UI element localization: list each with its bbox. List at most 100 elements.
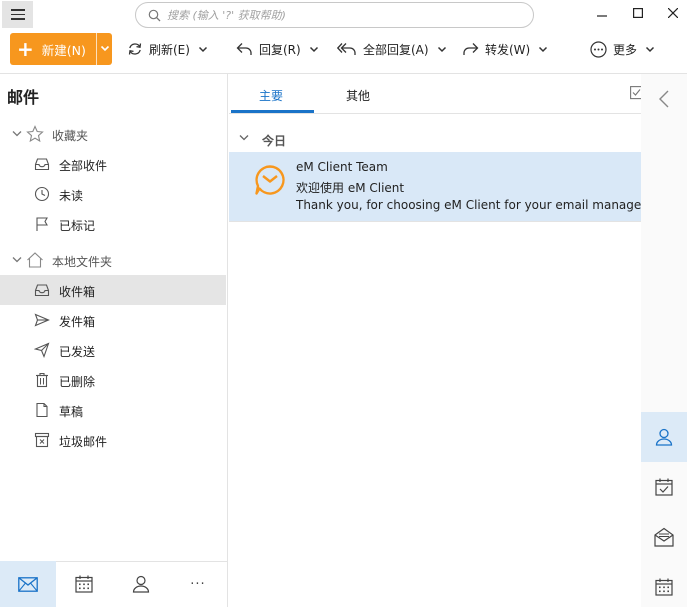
group-header-today[interactable]: 今日 bbox=[229, 126, 641, 152]
mail-module-button[interactable] bbox=[0, 561, 56, 607]
close-icon bbox=[668, 8, 678, 18]
hamburger-icon bbox=[10, 9, 25, 11]
local-folders-label: 本地文件夹 bbox=[52, 255, 113, 269]
chevron-down-icon[interactable] bbox=[198, 44, 208, 54]
right-side-rail bbox=[641, 74, 687, 607]
message-preview: Thank you, for choosing eM Client for yo… bbox=[296, 198, 641, 212]
sidebar-item-junk[interactable]: 垃圾邮件 bbox=[0, 425, 226, 455]
calendar-icon bbox=[655, 578, 673, 596]
sidebar-item-label: 全部收件 bbox=[59, 159, 108, 173]
reply-all-button[interactable]: 全部回复(A) bbox=[337, 39, 447, 59]
calendar-icon bbox=[75, 575, 93, 593]
tab-primary[interactable]: 主要 bbox=[259, 87, 283, 104]
collapse-panel-button[interactable] bbox=[641, 74, 687, 124]
sidebar-title: 邮件 bbox=[7, 88, 40, 107]
flag-icon bbox=[36, 217, 48, 231]
sidebar-item-label: 已标记 bbox=[59, 219, 96, 233]
communication-button[interactable] bbox=[641, 512, 687, 562]
sent-icon bbox=[34, 342, 50, 358]
clock-icon bbox=[34, 186, 50, 202]
close-button[interactable] bbox=[660, 2, 686, 24]
chevron-down-icon[interactable] bbox=[437, 44, 447, 54]
maximize-icon bbox=[633, 8, 643, 18]
inbox-icon bbox=[34, 158, 50, 171]
reply-icon bbox=[236, 43, 252, 55]
mail-icon bbox=[18, 576, 38, 592]
chevron-down-icon[interactable] bbox=[12, 130, 22, 138]
group-label: 今日 bbox=[262, 134, 287, 148]
sidebar-item-label: 已发送 bbox=[59, 345, 96, 359]
search-box[interactable] bbox=[135, 2, 534, 28]
refresh-button[interactable]: 刷新(E) bbox=[127, 39, 208, 59]
search-icon bbox=[148, 9, 161, 21]
more-label: 更多 bbox=[613, 42, 638, 57]
message-subject: 欢迎使用 eM Client bbox=[296, 181, 405, 195]
new-button-label: 新建(N) bbox=[41, 42, 86, 58]
inbox-icon bbox=[34, 284, 50, 297]
forward-button[interactable]: 转发(W) bbox=[462, 39, 548, 59]
calendar-panel-button[interactable] bbox=[641, 562, 687, 607]
forward-label: 转发(W) bbox=[485, 42, 531, 57]
refresh-label: 刷新(E) bbox=[149, 42, 190, 57]
trash-icon bbox=[36, 372, 48, 388]
sidebar-item-inbox[interactable]: 收件箱 bbox=[0, 275, 226, 305]
more-modules-button[interactable]: ··· bbox=[170, 561, 226, 607]
junk-icon bbox=[34, 432, 50, 448]
active-tab-indicator bbox=[231, 110, 314, 113]
chevron-down-icon[interactable] bbox=[12, 256, 22, 264]
maximize-button[interactable] bbox=[625, 2, 651, 24]
person-icon bbox=[655, 428, 673, 446]
sidebar-item-label: 已删除 bbox=[59, 375, 96, 389]
sidebar-item-label: 未读 bbox=[59, 189, 84, 203]
favorites-group[interactable]: 收藏夹 bbox=[0, 119, 227, 149]
sidebar-item-drafts[interactable]: 草稿 bbox=[0, 395, 226, 425]
minimize-icon bbox=[597, 15, 607, 17]
agenda-button[interactable] bbox=[641, 462, 687, 512]
sidebar-item-all-inbox[interactable]: 全部收件 bbox=[0, 149, 226, 179]
chevron-down-icon[interactable] bbox=[100, 43, 110, 53]
toolbar: + 新建(N) 刷新(E) 回复(R) 全部回复(A) 转发(W) 更多 bbox=[0, 30, 687, 70]
message-row[interactable]: eM Client Team 欢迎使用 eM Client Thank you,… bbox=[229, 152, 641, 221]
sidebar-item-label: 草稿 bbox=[59, 405, 84, 419]
sidebar-item-unread[interactable]: 未读 bbox=[0, 179, 226, 209]
local-folders-group[interactable]: 本地文件夹 bbox=[0, 245, 227, 275]
calendar-module-button[interactable] bbox=[56, 561, 112, 607]
chevron-down-icon[interactable] bbox=[538, 44, 548, 54]
sidebar-item-label: 垃圾邮件 bbox=[59, 435, 108, 449]
sidebar-item-deleted[interactable]: 已删除 bbox=[0, 365, 226, 395]
new-button[interactable]: + 新建(N) bbox=[10, 33, 112, 65]
more-button[interactable]: 更多 bbox=[590, 39, 655, 59]
more-icon bbox=[590, 40, 607, 58]
outbox-icon bbox=[34, 313, 50, 327]
minimize-button[interactable] bbox=[589, 2, 615, 24]
tab-other[interactable]: 其他 bbox=[346, 87, 370, 104]
chevron-down-icon[interactable] bbox=[239, 134, 249, 142]
module-switcher: ··· bbox=[0, 561, 227, 607]
chevron-down-icon[interactable] bbox=[645, 44, 655, 54]
plus-icon: + bbox=[17, 37, 34, 61]
calendar-check-icon bbox=[655, 478, 673, 496]
contacts-module-button[interactable] bbox=[113, 561, 169, 607]
draft-icon bbox=[36, 402, 48, 418]
message-tabs: 主要 其他 bbox=[229, 74, 642, 114]
folder-sidebar: 邮件 收藏夹 全部收件 未读 已标记 本地文件夹 收件箱 发件箱 已发送 已删除 bbox=[0, 74, 227, 561]
message-sender: eM Client Team bbox=[296, 160, 388, 174]
favorites-label: 收藏夹 bbox=[52, 129, 89, 143]
reply-label: 回复(R) bbox=[259, 42, 301, 57]
chevron-down-icon[interactable] bbox=[309, 44, 319, 54]
chevron-left-icon bbox=[659, 90, 669, 108]
forward-icon bbox=[463, 43, 479, 55]
search-input[interactable] bbox=[167, 8, 507, 22]
main-menu-button[interactable] bbox=[2, 1, 33, 28]
open-envelope-icon bbox=[654, 527, 674, 547]
em-client-logo-icon bbox=[255, 165, 285, 195]
home-icon bbox=[27, 252, 43, 268]
contact-details-button[interactable] bbox=[641, 412, 687, 462]
reply-button[interactable]: 回复(R) bbox=[236, 39, 319, 59]
refresh-icon bbox=[128, 43, 142, 55]
sidebar-item-label: 收件箱 bbox=[59, 285, 96, 299]
sidebar-item-flagged[interactable]: 已标记 bbox=[0, 209, 226, 239]
sidebar-item-outbox[interactable]: 发件箱 bbox=[0, 305, 226, 335]
title-bar bbox=[0, 0, 687, 30]
sidebar-item-sent[interactable]: 已发送 bbox=[0, 335, 226, 365]
